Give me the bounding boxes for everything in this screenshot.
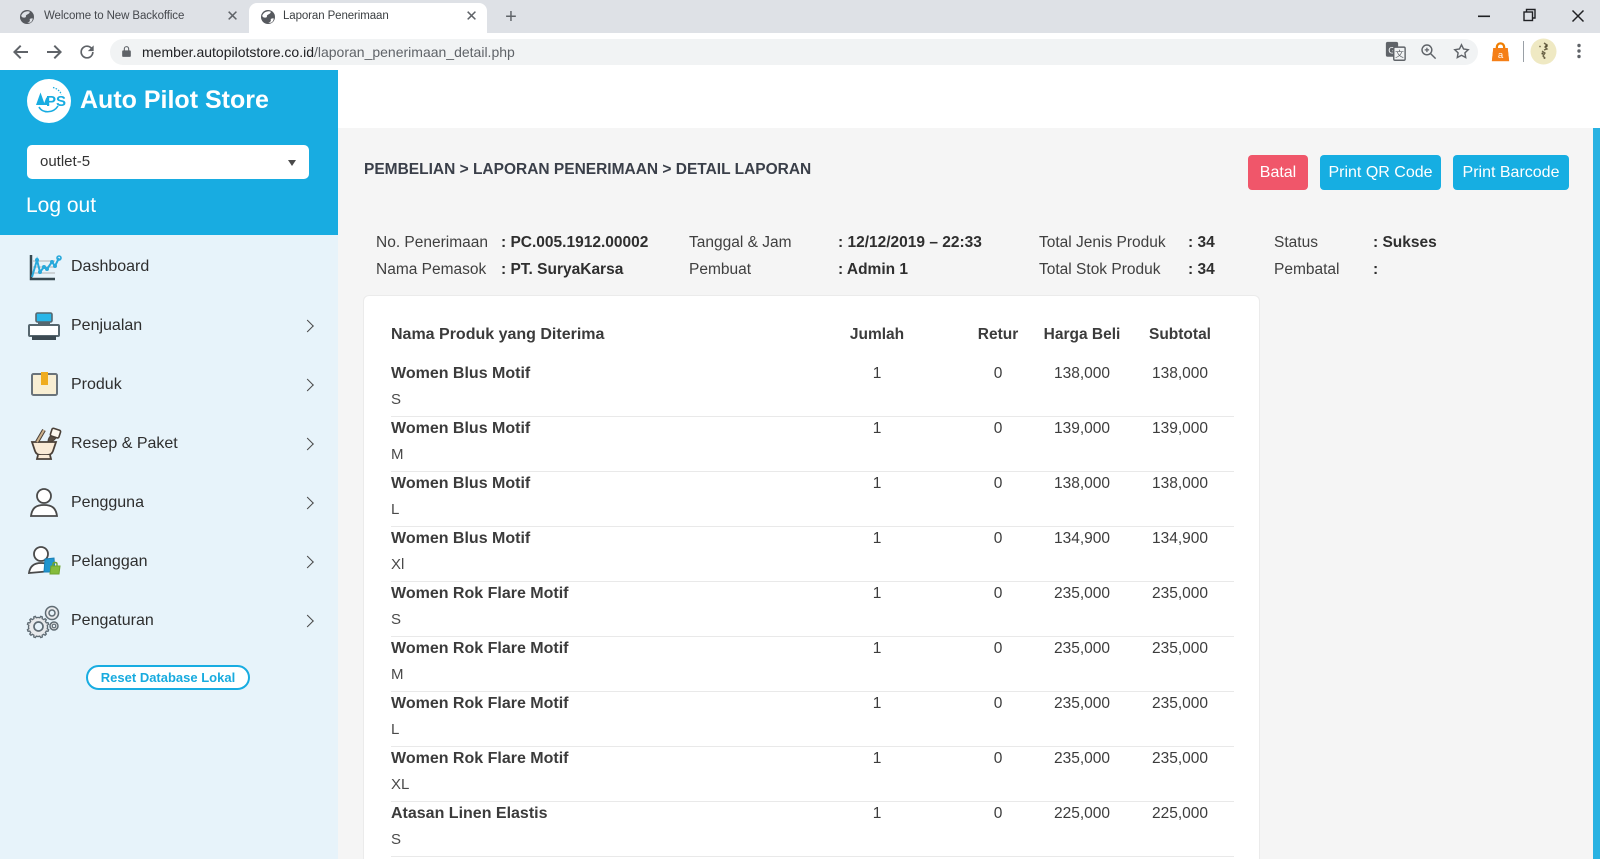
svg-text:文: 文 bbox=[1395, 48, 1404, 59]
svg-text:a: a bbox=[1498, 50, 1504, 61]
